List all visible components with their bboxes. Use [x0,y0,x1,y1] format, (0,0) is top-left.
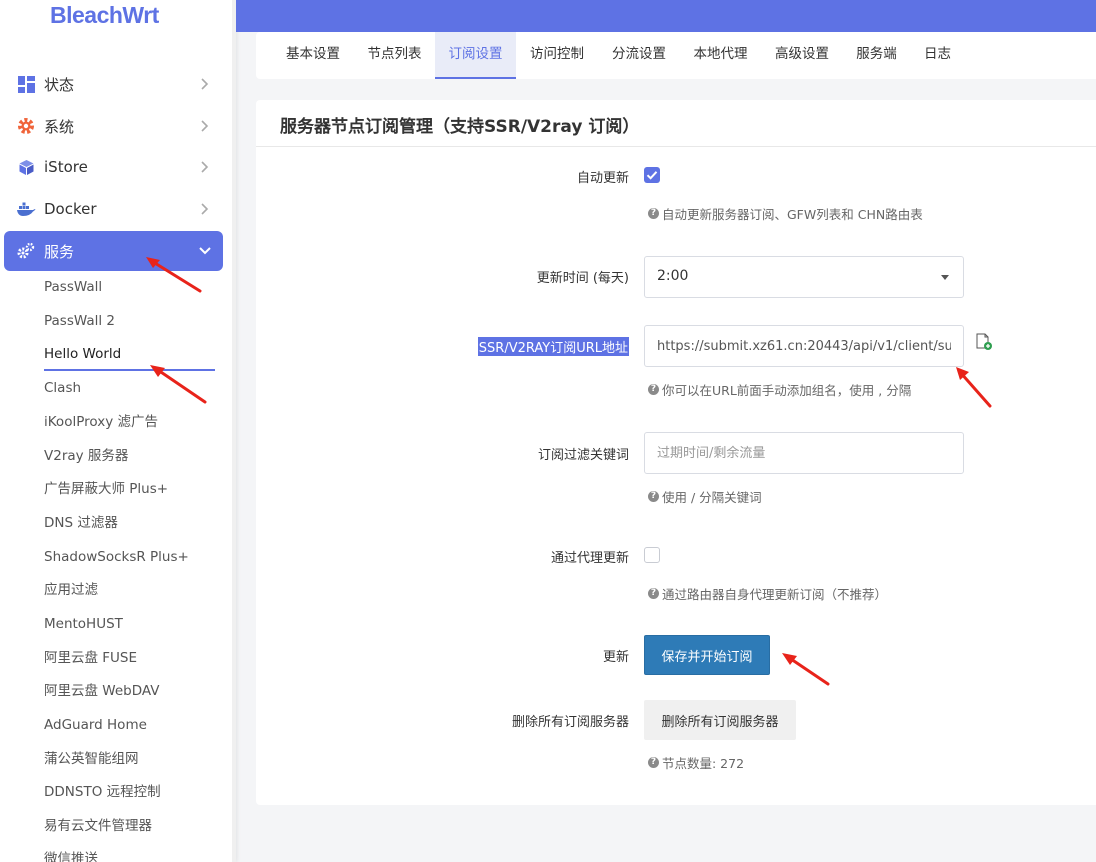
sidebar-item-label: iStore [44,158,88,176]
proxy-update-label: 通过代理更新 [550,551,629,566]
subscription-url-field[interactable] [644,325,964,367]
sidebar-subitem-ikoolproxy[interactable]: iKoolProxy 滤广告 [44,412,158,432]
sidebar-subitem-ssrplus[interactable]: ShadowSocksR Plus+ [44,547,189,567]
tab-shunt-settings[interactable]: 分流设置 [598,32,680,79]
tab-local-proxy[interactable]: 本地代理 [680,32,761,79]
filter-keywords-label: 订阅过滤关键词 [537,448,629,463]
chevron-right-icon [197,76,213,92]
sidebar-subitem-mentohust[interactable]: MentoHUST [44,614,123,634]
file-add-icon[interactable] [975,333,993,351]
filter-keywords-field[interactable] [644,432,964,474]
tab-bar: 基本设置 节点列表 订阅设置 访问控制 分流设置 本地代理 高级设置 服务端 日… [256,32,1096,79]
question-circle-icon: ? [648,588,659,599]
sidebar-subitem-dns-filter[interactable]: DNS 过滤器 [44,513,118,533]
update-time-label: 更新时间 (每天) [536,271,629,286]
question-circle-icon: ? [648,208,659,219]
sidebar-item-label: 系统 [44,117,75,136]
dashboard-icon [16,74,36,94]
annotation-arrow-icon [150,365,207,404]
caret-down-icon [941,275,949,280]
app-logo[interactable]: BleachWrt [50,0,159,32]
update-time-value: 2:00 [657,268,689,284]
question-circle-icon: ? [648,491,659,502]
sidebar-subitem-pgyvpn[interactable]: 蒲公英智能组网 [44,749,139,769]
sidebar-subitem-passwall[interactable]: PassWall [44,277,102,297]
sidebar-subitem-aliyundrive-fuse[interactable]: 阿里云盘 FUSE [44,648,137,668]
question-circle-icon: ? [648,384,659,395]
question-circle-icon: ? [648,757,659,768]
auto-update-label: 自动更新 [576,171,629,186]
sidebar-subitem-wechat-push[interactable]: 微信推送 [44,849,98,862]
sidebar-item-system[interactable]: 系统 [4,106,223,146]
sidebar-subitem-adguard[interactable]: AdGuard Home [44,715,147,735]
auto-update-checkbox[interactable] [644,167,660,183]
cogs-icon [16,241,36,261]
auto-update-help: ? 自动更新服务器订阅、GFW列表和 CHN路由表 [648,204,923,223]
save-and-subscribe-button[interactable]: 保存并开始订阅 [644,635,770,675]
delete-all-servers-button[interactable]: 删除所有订阅服务器 [644,700,796,740]
tab-advanced-settings[interactable]: 高级设置 [761,32,843,79]
annotation-arrow-icon [956,367,992,408]
sidebar-subitem-adbyby[interactable]: 广告屏蔽大师 Plus+ [44,479,168,499]
chevron-right-icon [197,159,213,175]
tab-node-list[interactable]: 节点列表 [354,32,435,79]
subscription-url-input[interactable] [645,326,963,366]
annotation-arrow-icon [782,653,830,686]
chevron-right-icon [197,118,213,134]
proxy-update-help: ? 通过路由器自身代理更新订阅（不推荐） [648,584,887,603]
sidebar-subitem-app-filter[interactable]: 应用过滤 [44,580,98,600]
subscription-url-label: SSR/V2RAY订阅URL地址 [477,337,629,356]
sidebar-subitem-linkease[interactable]: 易有云文件管理器 [44,816,152,836]
sidebar-item-label: Docker [44,200,97,218]
sidebar: BleachWrt 状态 系统 iStore Docker 服务 PassWal… [0,0,236,862]
sidebar-item-label: 状态 [44,75,75,94]
sidebar-item-istore[interactable]: iStore [4,147,223,187]
subscription-url-help: ? 你可以在URL前面手动添加组名，使用 , 分隔 [648,380,911,399]
delete-all-label: 删除所有订阅服务器 [511,715,629,730]
tab-basic-settings[interactable]: 基本设置 [272,32,354,79]
filter-keywords-help: ? 使用 / 分隔关键词 [648,487,762,506]
sidebar-subitem-ddnsto[interactable]: DDNSTO 远程控制 [44,782,161,802]
proxy-update-checkbox[interactable] [644,547,660,563]
subscription-card: 服务器节点订阅管理（支持SSR/V2ray 订阅） 自动更新 ? 自动更新服务器… [256,100,1096,805]
cube-icon [16,157,36,177]
sidebar-subitem-clash[interactable]: Clash [44,378,81,398]
checkmark-icon [646,171,658,180]
sidebar-item-docker[interactable]: Docker [4,189,223,229]
annotation-arrow-icon [146,257,202,293]
sidebar-subitem-v2ray-server[interactable]: V2ray 服务器 [44,446,128,466]
card-divider [256,146,1096,147]
docker-icon [16,199,36,219]
sidebar-subitem-aliyundrive-webdav[interactable]: 阿里云盘 WebDAV [44,681,160,701]
help-text: 你可以在URL前面手动添加组名，使用 , 分隔 [662,383,912,398]
filter-keywords-input[interactable] [645,433,963,473]
top-header-bar [236,0,1096,32]
help-text: 自动更新服务器订阅、GFW列表和 CHN路由表 [662,207,923,222]
tab-subscription-settings[interactable]: 订阅设置 [435,32,516,79]
sidebar-scrollbar[interactable] [232,0,236,862]
help-text: 节点数量: 272 [662,756,745,771]
sidebar-subitem-passwall2[interactable]: PassWall 2 [44,311,115,331]
gear-icon [16,116,36,136]
tab-access-control[interactable]: 访问控制 [516,32,598,79]
sidebar-item-status[interactable]: 状态 [4,64,223,104]
tab-server[interactable]: 服务端 [843,32,910,79]
card-title: 服务器节点订阅管理（支持SSR/V2ray 订阅） [280,117,640,137]
help-text: 通过路由器自身代理更新订阅（不推荐） [662,587,888,602]
chevron-right-icon [197,201,213,217]
sidebar-subitem-helloworld[interactable]: Hello World [44,344,121,364]
tab-log[interactable]: 日志 [910,32,965,79]
update-label: 更新 [602,650,629,665]
help-text: 使用 / 分隔关键词 [662,490,762,505]
node-count-help: ? 节点数量: 272 [648,753,744,772]
update-time-select[interactable]: 2:00 [644,256,964,298]
